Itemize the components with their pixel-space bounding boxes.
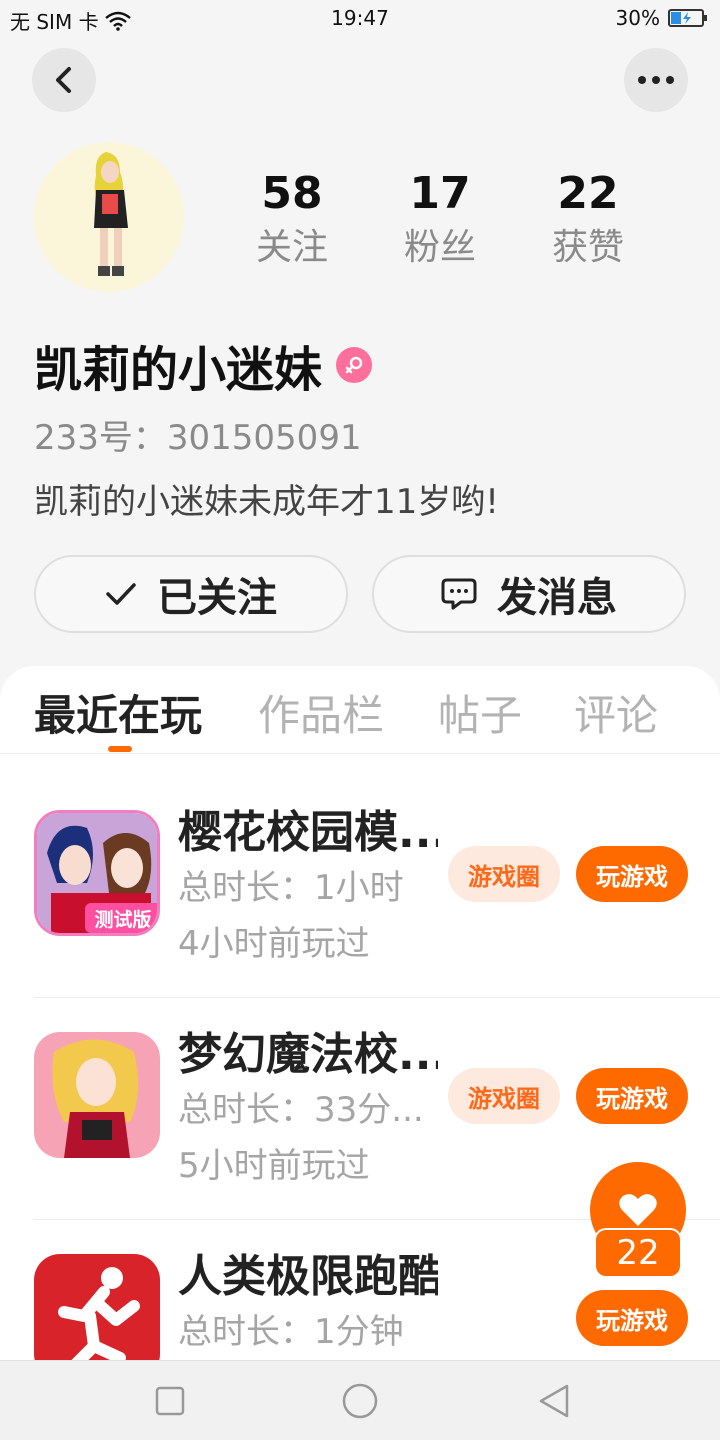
game-circle-button[interactable]: 游戏圈 [448, 846, 560, 902]
female-icon [336, 347, 373, 383]
game-last-played: 4小时前玩过 [178, 924, 370, 964]
magic-school-game-icon [34, 1032, 160, 1158]
recent-apps-button[interactable] [150, 1381, 190, 1421]
avatar[interactable] [34, 142, 184, 292]
status-bar: 无 SIM 卡 19:47 30% [0, 0, 720, 40]
system-nav-bar [0, 1360, 720, 1440]
play-game-button[interactable]: 玩游戏 [576, 1068, 688, 1124]
game-duration: 总时长：1小时 [178, 868, 404, 908]
battery-icon [668, 9, 707, 27]
followed-button[interactable]: 已关注 [34, 555, 348, 633]
tab-indicator [108, 746, 132, 752]
check-icon [105, 581, 137, 607]
name-row: 凯莉的小迷妹 [34, 330, 373, 400]
game-title: 樱花校园模... [178, 807, 438, 858]
followers-count: 17 [409, 168, 471, 219]
send-message-button[interactable]: 发消息 [372, 555, 686, 633]
tab-works[interactable]: 作品栏 [258, 682, 384, 743]
following-count: 58 [261, 168, 323, 219]
message-label: 发消息 [497, 575, 617, 621]
user-bio: 凯莉的小迷妹未成年才11岁哟! [34, 482, 499, 522]
followers-label: 粉丝 [403, 227, 476, 268]
game-title: 人类极限跑酷 [178, 1251, 438, 1302]
game-item-sakura[interactable]: 测试版 樱花校园模... 总时长：1小时 4小时前玩过 游戏圈 玩游戏 [0, 776, 720, 998]
like-count-badge: 22 [594, 1228, 682, 1278]
tab-recently-played[interactable]: 最近在玩 [34, 682, 202, 743]
home-button[interactable] [340, 1381, 380, 1421]
game-last-played: 5小时前玩过 [178, 1146, 370, 1186]
likes-count: 22 [557, 168, 619, 219]
avatar-figure-icon [94, 152, 128, 276]
parkour-game-icon [34, 1254, 160, 1366]
game-circle-button[interactable]: 游戏圈 [448, 1068, 560, 1124]
back-button[interactable] [32, 48, 96, 112]
stat-likes[interactable]: 22 获赞 [533, 168, 643, 268]
stat-following[interactable]: 58 关注 [237, 168, 347, 268]
game-duration: 总时长：1分钟 [178, 1312, 404, 1352]
user-id: 233号：301505091 [34, 418, 362, 458]
play-game-button[interactable]: 玩游戏 [576, 846, 688, 902]
heart-icon [619, 1194, 657, 1226]
test-version-badge: 测试版 [94, 908, 151, 931]
chat-bubble-icon [441, 577, 477, 611]
circle-icon [342, 1383, 378, 1419]
battery-percent: 30% [615, 6, 660, 30]
tab-bar: 最近在玩 作品栏 帖子 评论 [0, 666, 720, 754]
tab-posts[interactable]: 帖子 [438, 682, 522, 743]
triangle-back-icon [539, 1384, 569, 1418]
back-arrow-icon [56, 67, 71, 93]
clock: 19:47 [331, 6, 389, 30]
likes-label: 获赞 [551, 227, 624, 268]
battery-area: 30% [616, 6, 708, 30]
play-game-button[interactable]: 玩游戏 [576, 1290, 688, 1346]
following-label: 关注 [255, 227, 328, 268]
followed-label: 已关注 [157, 575, 277, 621]
game-title: 梦幻魔法校... [178, 1029, 438, 1080]
stat-followers[interactable]: 17 粉丝 [385, 168, 495, 268]
more-options-button[interactable] [624, 48, 688, 112]
back-nav-button[interactable] [534, 1381, 574, 1421]
sakura-game-icon: 测试版 [34, 810, 160, 936]
tab-comments[interactable]: 评论 [574, 682, 658, 743]
more-dots-icon [638, 76, 674, 84]
square-icon [155, 1386, 185, 1416]
profile-name: 凯莉的小迷妹 [34, 342, 323, 398]
game-duration: 总时长：33分... [178, 1090, 424, 1130]
